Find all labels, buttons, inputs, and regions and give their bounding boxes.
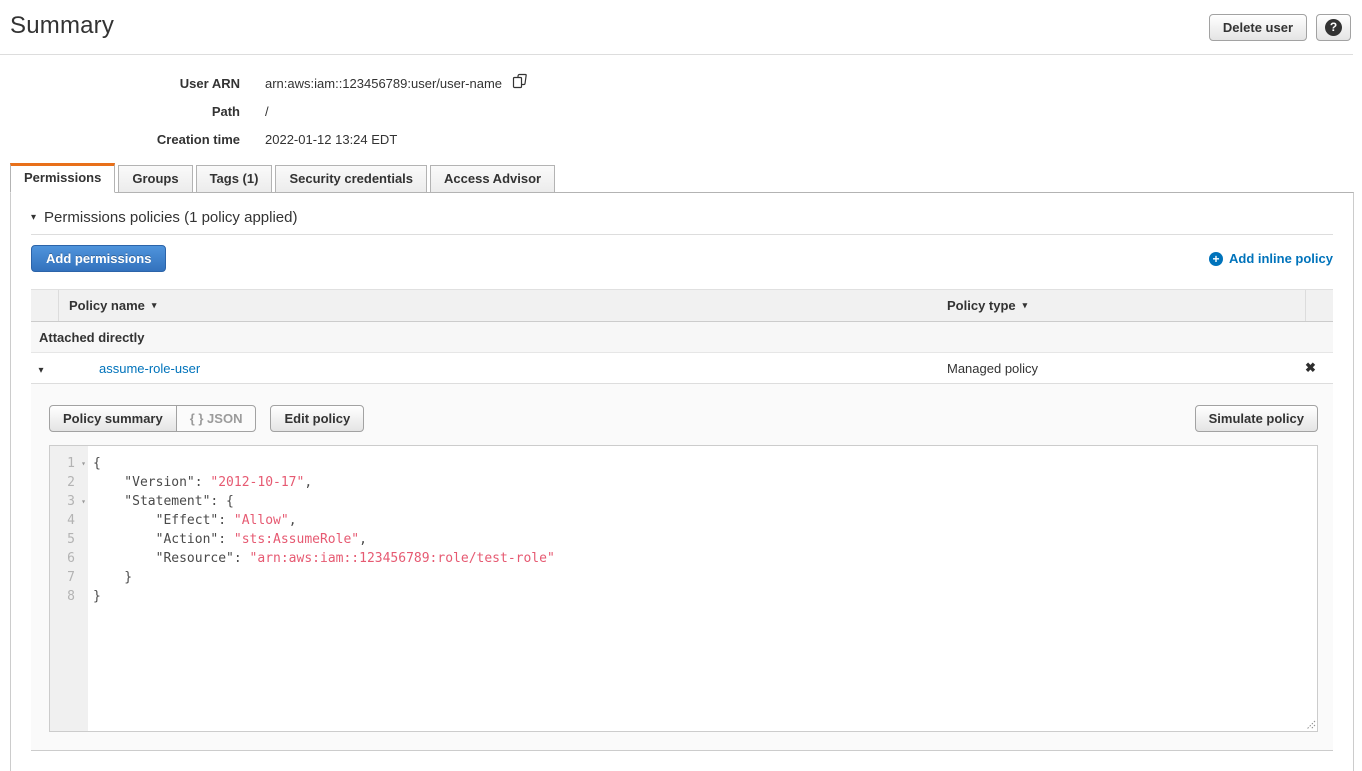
user-arn-value-wrap: arn:aws:iam::123456789:user/user-name — [265, 73, 528, 93]
code-line: "Statement": { — [93, 492, 1317, 511]
tab-bar: Permissions Groups Tags (1) Security cre… — [0, 163, 1362, 192]
page-title: Summary — [10, 12, 114, 39]
sort-caret-icon: ▾ — [152, 300, 157, 311]
line-number: 8 — [67, 589, 75, 604]
user-info-section: User ARN arn:aws:iam::123456789:user/use… — [0, 55, 1362, 163]
policy-name-cell: assume-role-user — [59, 361, 947, 376]
policy-detail-panel: Policy summary { } JSON Edit policy Simu… — [31, 383, 1333, 751]
creation-time-row: Creation time 2022-01-12 13:24 EDT — [0, 125, 1362, 153]
fold-caret-icon[interactable]: ▾ — [81, 492, 86, 511]
code-line: "Effect": "Allow", — [93, 511, 1317, 530]
code-line: "Version": "2012-10-17", — [93, 473, 1317, 492]
gutter-line: 2 — [50, 473, 88, 492]
permissions-policies-heading: Permissions policies (1 policy applied) — [44, 209, 297, 226]
delete-user-button[interactable]: Delete user — [1209, 14, 1307, 41]
sort-caret-icon: ▾ — [1023, 300, 1028, 311]
policy-detail-toolbar: Policy summary { } JSON Edit policy Simu… — [49, 405, 1318, 432]
attached-directly-label: Attached directly — [39, 330, 144, 345]
gutter-line: 6 — [50, 549, 88, 568]
line-number: 7 — [67, 570, 75, 585]
policy-actions-row: Add permissions + Add inline policy — [31, 245, 1333, 272]
expander-column-header — [31, 290, 59, 321]
policy-summary-button[interactable]: Policy summary — [49, 405, 177, 432]
policy-view-buttons: Policy summary { } JSON Edit policy — [49, 405, 364, 432]
tab-permissions[interactable]: Permissions — [10, 163, 115, 193]
user-arn-value: arn:aws:iam::123456789:user/user-name — [265, 76, 502, 91]
code-line: "Action": "sts:AssumeRole", — [93, 530, 1317, 549]
row-expander[interactable]: ▾ — [31, 361, 59, 376]
header-buttons: Delete user ? — [1209, 14, 1351, 41]
policy-table-header: Policy name ▾ Policy type ▾ — [31, 290, 1333, 322]
fold-caret-icon[interactable]: ▾ — [81, 454, 86, 473]
line-number: 2 — [67, 475, 75, 490]
creation-time-label: Creation time — [0, 132, 240, 147]
permissions-policies-toggle[interactable]: ▾ Permissions policies (1 policy applied… — [31, 209, 1333, 226]
tab-tags[interactable]: Tags (1) — [196, 165, 273, 193]
section-divider — [31, 234, 1333, 235]
policy-type-column-header[interactable]: Policy type ▾ — [947, 290, 1305, 321]
gutter-line: 5 — [50, 530, 88, 549]
add-permissions-button[interactable]: Add permissions — [31, 245, 166, 272]
view-toggle-group: Policy summary { } JSON — [49, 405, 256, 432]
gutter-line: 3▾ — [50, 492, 88, 511]
line-number: 4 — [67, 513, 75, 528]
remove-policy-cell: ✖ — [1305, 360, 1333, 376]
path-row: Path / — [0, 97, 1362, 125]
policy-type-cell: Managed policy — [947, 361, 1305, 376]
user-arn-label: User ARN — [0, 76, 240, 91]
tab-access-advisor[interactable]: Access Advisor — [430, 165, 555, 193]
row-expand-caret-icon: ▾ — [38, 365, 43, 376]
help-button[interactable]: ? — [1316, 14, 1351, 41]
question-mark-icon: ? — [1325, 19, 1342, 36]
policy-table: Policy name ▾ Policy type ▾ Attached dir… — [31, 289, 1333, 751]
gutter-line: 4 — [50, 511, 88, 530]
line-number: 6 — [67, 551, 75, 566]
remove-policy-icon[interactable]: ✖ — [1305, 360, 1316, 375]
policy-name-header-label: Policy name — [69, 298, 145, 313]
simulate-policy-button[interactable]: Simulate policy — [1195, 405, 1318, 432]
json-view-button[interactable]: { } JSON — [176, 405, 257, 432]
plus-circle-icon: + — [1209, 252, 1223, 266]
page-header: Summary Delete user ? — [0, 0, 1353, 55]
policy-name-column-header[interactable]: Policy name ▾ — [59, 290, 947, 321]
code-line: "Resource": "arn:aws:iam::123456789:role… — [93, 549, 1317, 568]
gutter-line: 1▾ — [50, 454, 88, 473]
user-arn-row: User ARN arn:aws:iam::123456789:user/use… — [0, 69, 1362, 97]
tab-groups[interactable]: Groups — [118, 165, 192, 193]
table-row: ▾ assume-role-user Managed policy ✖ — [31, 353, 1333, 383]
edit-policy-button[interactable]: Edit policy — [270, 405, 364, 432]
line-number: 1 — [67, 456, 75, 471]
add-inline-policy-label: Add inline policy — [1229, 251, 1333, 266]
code-line: } — [93, 587, 1317, 606]
path-label: Path — [0, 104, 240, 119]
tab-security-credentials[interactable]: Security credentials — [275, 165, 427, 193]
editor-resize-handle[interactable] — [1303, 717, 1316, 730]
gutter-line: 7 — [50, 568, 88, 587]
code-line: } — [93, 568, 1317, 587]
attached-directly-group-row: Attached directly — [31, 322, 1333, 353]
gutter-line: 8 — [50, 587, 88, 606]
editor-code-area[interactable]: { "Version": "2012-10-17", "Statement": … — [88, 446, 1317, 731]
policy-type-header-label: Policy type — [947, 298, 1016, 313]
path-value: / — [265, 104, 269, 119]
add-inline-policy-link[interactable]: + Add inline policy — [1209, 251, 1333, 266]
line-number: 3 — [67, 494, 75, 509]
policy-name-link[interactable]: assume-role-user — [99, 361, 200, 376]
creation-time-value: 2022-01-12 13:24 EDT — [265, 132, 397, 147]
permissions-tab-panel: ▾ Permissions policies (1 policy applied… — [10, 192, 1354, 771]
actions-column-header — [1305, 290, 1333, 321]
collapse-caret-icon: ▾ — [31, 212, 36, 223]
copy-icon[interactable] — [511, 73, 528, 93]
editor-gutter: 1▾ 2 3▾ 4 5 6 7 8 — [50, 446, 88, 731]
code-line: { — [93, 454, 1317, 473]
line-number: 5 — [67, 532, 75, 547]
json-policy-editor[interactable]: 1▾ 2 3▾ 4 5 6 7 8 { "Version": "2012-10-… — [49, 445, 1318, 732]
